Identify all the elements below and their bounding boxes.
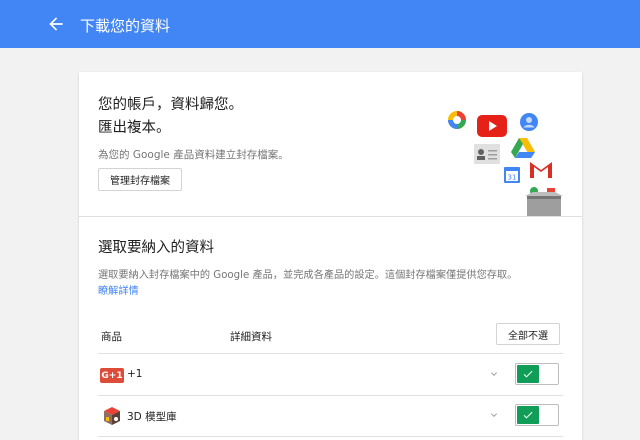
section-title: 選取要納入的資料 bbox=[98, 240, 214, 256]
hero-headline: 您的帳戶，資料歸您。 匯出複本。 bbox=[98, 94, 243, 140]
youtube-icon bbox=[477, 115, 507, 137]
include-toggle[interactable] bbox=[515, 404, 559, 426]
chevron-down-icon[interactable] bbox=[488, 409, 500, 421]
check-icon bbox=[523, 370, 533, 378]
check-icon bbox=[523, 411, 533, 419]
manage-archives-button[interactable]: 管理封存檔案 bbox=[98, 168, 182, 191]
drive-icon bbox=[511, 138, 535, 158]
chevron-down-icon[interactable] bbox=[488, 368, 500, 380]
row-divider bbox=[98, 436, 563, 437]
archive-box-icon bbox=[525, 187, 563, 216]
toggle-on-indicator bbox=[517, 406, 539, 424]
learn-more-link[interactable]: 瞭解詳情 bbox=[98, 284, 568, 300]
deselect-all-button[interactable]: 全部不選 bbox=[496, 323, 560, 345]
hero-section: 您的帳戶，資料歸您。 匯出複本。 為您的 Google 產品資料建立封存檔案。 … bbox=[79, 72, 582, 216]
gmail-icon bbox=[530, 162, 552, 178]
profile-icon bbox=[520, 113, 538, 131]
product-row-3d-warehouse[interactable]: 3D 模型庫 bbox=[98, 396, 563, 436]
column-header-product: 商品 bbox=[101, 331, 122, 343]
3d-warehouse-icon bbox=[104, 407, 120, 425]
product-name: 3D 模型庫 bbox=[127, 411, 177, 423]
toggle-on-indicator bbox=[517, 365, 539, 383]
section-description: 選取要納入封存檔案中的 Google 產品，並完成各產品的設定。這個封存檔案僅提… bbox=[98, 268, 568, 300]
section-description-text: 選取要納入封存檔案中的 Google 產品，並完成各產品的設定。這個封存檔案僅提… bbox=[98, 270, 518, 281]
google-plus-one-icon: G+1 bbox=[100, 368, 124, 383]
row-divider bbox=[98, 353, 563, 354]
takeout-card: 您的帳戶，資料歸您。 匯出複本。 為您的 Google 產品資料建立封存檔案。 … bbox=[79, 72, 582, 440]
product-name: +1 bbox=[127, 368, 143, 380]
headline-line-2: 匯出複本。 bbox=[98, 120, 171, 136]
hero-subtext: 為您的 Google 產品資料建立封存檔案。 bbox=[98, 149, 289, 161]
include-toggle[interactable] bbox=[515, 363, 559, 385]
calendar-icon: 31 bbox=[504, 167, 520, 183]
contacts-icon bbox=[474, 144, 500, 164]
picasa-icon bbox=[448, 111, 466, 129]
column-header-details: 詳細資料 bbox=[230, 331, 272, 343]
arrow-back-icon[interactable] bbox=[46, 14, 66, 34]
product-row-plus-one[interactable]: G+1 +1 bbox=[98, 355, 563, 395]
app-bar: 下載您的資料 bbox=[0, 0, 640, 48]
section-divider bbox=[79, 216, 582, 217]
svg-text:31: 31 bbox=[508, 174, 517, 182]
headline-line-1: 您的帳戶，資料歸您。 bbox=[98, 97, 243, 113]
page-title: 下載您的資料 bbox=[80, 17, 171, 35]
